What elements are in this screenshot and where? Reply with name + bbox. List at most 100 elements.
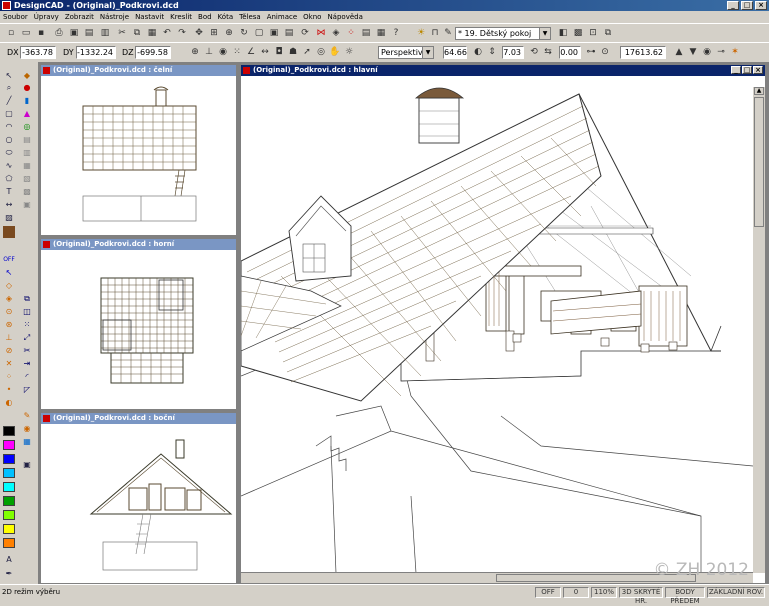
roll-field[interactable]: 0.00	[559, 46, 581, 59]
trim-icon[interactable]: ✂	[21, 345, 33, 357]
menu-okno[interactable]: Okno	[300, 11, 324, 23]
top-view-caption[interactable]: (Original)_Podkrovi.dcd : horní	[41, 239, 236, 250]
menu-upravy[interactable]: Úpravy	[31, 11, 62, 23]
view-side-icon[interactable]: ▤	[282, 26, 296, 40]
snap-point-icon[interactable]: •	[3, 384, 15, 396]
chevron-down-icon[interactable]: ▼	[422, 47, 433, 58]
color-swatch-cyan[interactable]	[3, 482, 15, 492]
sweep-icon[interactable]: ▥	[21, 147, 33, 159]
view-top-icon[interactable]: ▣	[267, 26, 281, 40]
angle-icon[interactable]: ∠	[244, 45, 258, 59]
color-swatch-orange[interactable]	[3, 538, 15, 548]
sphere-icon[interactable]: ●	[21, 82, 33, 94]
text-icon[interactable]: T	[3, 186, 15, 198]
main-vertical-scrollbar[interactable]: ▲	[753, 87, 765, 573]
snap-tangent-icon[interactable]: ⊘	[3, 345, 15, 357]
color-swatch-lime[interactable]	[3, 510, 15, 520]
paste-icon[interactable]: ▦	[145, 26, 159, 40]
menu-zobrazit[interactable]: Zobrazit	[62, 11, 97, 23]
menu-bod[interactable]: Bod	[195, 11, 215, 23]
minimize-icon[interactable]: _	[731, 66, 741, 74]
select-arrow-icon[interactable]: ↖	[3, 70, 15, 82]
snap-quad-icon[interactable]: ◐	[3, 397, 15, 409]
target-icon[interactable]: ⊙	[598, 45, 612, 59]
print-icon[interactable]: ⎙	[52, 26, 66, 40]
snap-perp-icon[interactable]: ⊥	[3, 332, 15, 344]
blend-icon[interactable]: ▣	[21, 199, 33, 211]
curve-icon[interactable]: ∿	[3, 160, 15, 172]
dx-field[interactable]: -363.78	[20, 46, 56, 59]
zoom-icon[interactable]: ⊕	[222, 26, 236, 40]
save-icon[interactable]: ▪	[34, 26, 48, 40]
view-front-icon[interactable]: ▢	[252, 26, 266, 40]
sun-icon[interactable]: ✶	[728, 45, 742, 59]
pen-icon[interactable]: ✒	[3, 568, 15, 580]
side-view-window[interactable]: (Original)_Podkrovi.dcd : boční	[40, 412, 237, 584]
pencil-icon[interactable]: ✎	[441, 26, 455, 40]
window-tile-icon[interactable]: ▦	[374, 26, 388, 40]
main-view-canvas[interactable]: ▲	[240, 76, 765, 583]
dimension-icon[interactable]: ↔	[3, 199, 15, 211]
dist-icon[interactable]: ⇆	[541, 45, 555, 59]
scroll-thumb[interactable]	[754, 97, 764, 227]
arrow-up-icon[interactable]: ▲	[672, 45, 686, 59]
menu-animace[interactable]: Animace	[264, 11, 300, 23]
redo-icon[interactable]: ↷	[175, 26, 189, 40]
light-icon[interactable]: ☼	[342, 45, 356, 59]
revolve-icon[interactable]: ▦	[21, 160, 33, 172]
lock-icon[interactable]: ⊓	[428, 26, 442, 40]
color-swatch-sky[interactable]	[3, 468, 15, 478]
camera-icon[interactable]: ◘	[272, 45, 286, 59]
move-icon[interactable]: ✥	[192, 26, 206, 40]
snap-int-icon[interactable]: ✕	[3, 358, 15, 370]
side-view-caption[interactable]: (Original)_Podkrovi.dcd : boční	[41, 413, 236, 424]
measure-icon[interactable]: ↔	[258, 45, 272, 59]
layers-icon[interactable]: ▤	[359, 26, 373, 40]
front-view-caption[interactable]: (Original)_Podkrovi.dcd : čelní	[41, 65, 236, 76]
color-swatch-black[interactable]	[3, 426, 15, 436]
angle-h-field[interactable]: 64.66	[443, 46, 467, 59]
grid-icon[interactable]: ⁘	[344, 26, 358, 40]
bulb-icon[interactable]: ☀	[414, 26, 428, 40]
main-view-window[interactable]: (Original)_Podkrovi.dcd : hlavní _ □ × ▲	[240, 64, 766, 584]
snap-icon[interactable]: ⊕	[188, 45, 202, 59]
menu-kreslit[interactable]: Kreslit	[167, 11, 195, 23]
pan-icon[interactable]: ✋	[328, 45, 342, 59]
material-icon[interactable]: ◉	[21, 423, 33, 435]
snap-mid-icon[interactable]: ◈	[3, 293, 15, 305]
distance-icon[interactable]: ⊶	[584, 45, 598, 59]
eye-position-icon[interactable]: ◉	[700, 45, 714, 59]
redraw-icon[interactable]: ⟳	[298, 26, 312, 40]
fill-color-icon[interactable]	[3, 226, 15, 238]
layer-manager-icon[interactable]: ▩	[571, 26, 585, 40]
tilt-icon[interactable]: ⇕	[485, 45, 499, 59]
text-style-icon[interactable]: A	[3, 554, 15, 566]
rotate-view-icon[interactable]: ↻	[237, 26, 251, 40]
polygon-icon[interactable]: ⬠	[3, 173, 15, 185]
page-setup-icon[interactable]: ▤	[82, 26, 96, 40]
help-icon[interactable]: ?	[389, 26, 403, 40]
grid-snap-icon[interactable]: ⁙	[230, 45, 244, 59]
color-swatch-yellow[interactable]	[3, 524, 15, 534]
new-file-icon[interactable]: ▫	[4, 26, 18, 40]
copy-icon[interactable]: ⧉	[130, 26, 144, 40]
layer-prev-icon[interactable]: ◧	[556, 26, 570, 40]
extend-icon[interactable]: ⇥	[21, 358, 33, 370]
layer-select[interactable]: * 19. Dětský pokoj ▼	[455, 27, 551, 40]
undo-icon[interactable]: ↶	[160, 26, 174, 40]
top-view-window[interactable]: (Original)_Podkrovi.dcd : horní	[40, 238, 237, 410]
orbit-icon[interactable]: ◎	[314, 45, 328, 59]
walk-icon[interactable]: ☗	[286, 45, 300, 59]
angle-v-field[interactable]: 7.03	[502, 46, 524, 59]
layer-lock-icon[interactable]: ⊡	[586, 26, 600, 40]
fillet-icon[interactable]: ◜	[21, 371, 33, 383]
arc-icon[interactable]: ◠	[3, 121, 15, 133]
off-icon[interactable]: OFF	[3, 254, 15, 266]
color-swatch-green[interactable]	[3, 496, 15, 506]
side-view-canvas[interactable]	[41, 424, 236, 583]
open-icon[interactable]: ▭	[19, 26, 33, 40]
cursor-icon[interactable]: ↖	[3, 267, 15, 279]
cylinder-icon[interactable]: ▮	[21, 95, 33, 107]
snap-grid-icon[interactable]: ⁘	[3, 371, 15, 383]
solid-icon[interactable]: ◆	[21, 70, 33, 82]
